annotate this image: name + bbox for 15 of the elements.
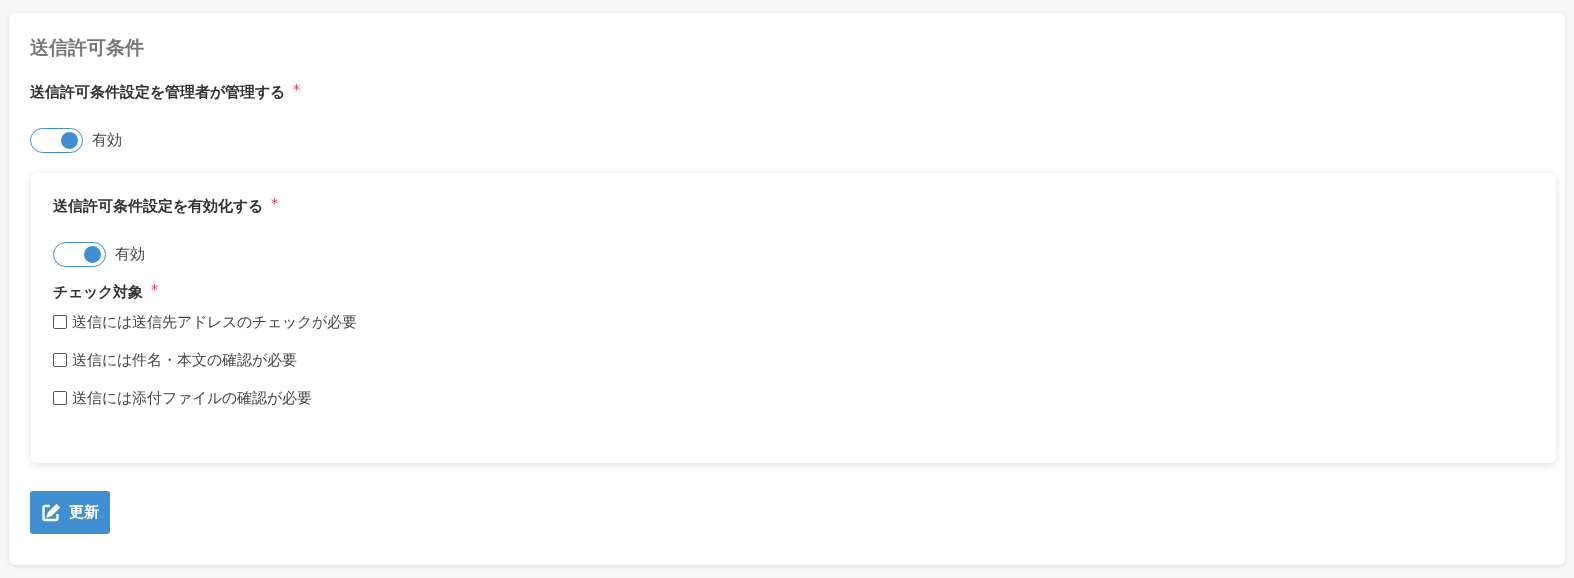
checkbox-option[interactable]: 送信には送信先アドレスのチェックが必要 [53, 311, 1534, 333]
section-title: 送信許可条件 [30, 35, 145, 60]
required-mark: * [271, 195, 278, 211]
checkbox-option[interactable]: 送信には添付ファイルの確認が必要 [53, 387, 1534, 409]
field-label: チェック対象 [53, 282, 143, 303]
required-mark: * [293, 81, 300, 97]
required-mark: * [151, 281, 158, 297]
field-label: 送信許可条件設定を有効化する [53, 196, 263, 217]
toggle-state-text: 有効 [115, 244, 145, 266]
edit-icon [41, 502, 61, 523]
checkbox-option[interactable]: 送信には件名・本文の確認が必要 [53, 349, 1534, 371]
toggle-switch[interactable] [53, 242, 106, 267]
toggle-state-text: 有効 [92, 130, 122, 152]
toggle-switch[interactable] [30, 128, 83, 153]
field-label: 送信許可条件設定を管理者が管理する [30, 82, 285, 103]
